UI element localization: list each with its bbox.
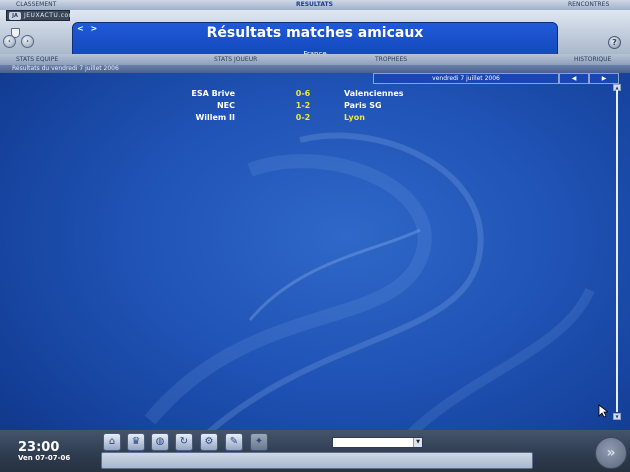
next-date-button[interactable]: ▶ [589, 73, 619, 84]
home-team: NEC [216, 101, 235, 110]
star-icon[interactable]: ✦ [250, 433, 268, 451]
globe-icon[interactable]: ◍ [151, 433, 169, 451]
date-field[interactable]: vendredi 7 juillet 2006 [373, 73, 559, 84]
match-row[interactable]: NEC 1-2 Paris SG [0, 100, 610, 112]
scroll-down-icon[interactable]: ▼ [613, 413, 621, 420]
menu-resultats[interactable]: RESULTATS [296, 0, 333, 10]
tab-trophees[interactable]: TROPHEES [375, 54, 407, 65]
tab-stats-joueur[interactable]: STATS JOUEUR [214, 54, 257, 65]
mouse-cursor-icon [598, 404, 608, 418]
watermark-logo: JA JEUXACTU.com [6, 10, 75, 21]
trophy-icon[interactable]: ♛ [127, 433, 145, 451]
settings-icon[interactable]: ⚙ [200, 433, 218, 451]
logo-text: JEUXACTU.com [24, 12, 76, 19]
match-row[interactable]: Willem II 0-2 Lyon [0, 112, 610, 124]
away-team: Paris SG [344, 101, 382, 110]
forward-icon[interactable]: › [21, 35, 34, 48]
view-dropdown[interactable]: ▼ [332, 437, 423, 448]
continue-button[interactable]: » [595, 437, 627, 469]
match-row[interactable]: ESA Brive 0-6 Valenciennes [0, 88, 610, 100]
match-score: 0-2 [295, 113, 311, 122]
match-score: 1-2 [295, 101, 311, 110]
menu-rencontres[interactable]: RENCONTRES [568, 0, 609, 10]
help-icon[interactable]: ? [608, 36, 621, 49]
date-selector: vendredi 7 juillet 2006 ◀ ▶ [373, 73, 623, 84]
game-clock: 23:00 [18, 440, 60, 455]
home-team: Willem II [195, 113, 235, 122]
home-icon[interactable]: ⌂ [103, 433, 121, 451]
date-bar: Résultats du vendredi 7 juillet 2006 [0, 65, 630, 73]
menu-classement[interactable]: CLASSEMENT [16, 0, 56, 10]
notepad-icon[interactable]: ✎ [225, 433, 243, 451]
results-date-label: Résultats du vendredi 7 juillet 2006 [12, 65, 119, 72]
prev-date-button[interactable]: ◀ [559, 73, 589, 84]
page-title: Résultats matches amicaux [206, 25, 424, 41]
match-score: 0-6 [295, 89, 311, 98]
tabs-row: STATS EQUIPE STATS JOUEUR TROPHEES HISTO… [0, 54, 630, 65]
scroll-track[interactable] [616, 90, 618, 412]
scrollbar[interactable]: ▲ ▼ [613, 84, 621, 421]
tab-stats-equipe[interactable]: STATS EQUIPE [16, 54, 58, 65]
refresh-icon[interactable]: ↻ [175, 433, 193, 451]
chevron-down-icon[interactable]: ▼ [413, 438, 422, 447]
back-icon[interactable]: ‹ [3, 35, 16, 48]
home-team: ESA Brive [191, 89, 235, 98]
tab-historique[interactable]: HISTORIQUE [574, 54, 611, 65]
message-bar [101, 452, 533, 469]
nav-arrows[interactable]: < > [77, 24, 99, 33]
game-date: Ven 07-07-06 [18, 454, 71, 462]
header: JA JEUXACTU.com ‹ › i Résultats matches … [0, 10, 630, 60]
top-menu: CLASSEMENT RESULTATS RENCONTRES [0, 0, 630, 10]
away-team: Lyon [344, 113, 365, 122]
away-team: Valenciennes [344, 89, 404, 98]
logo-badge: JA [9, 12, 21, 20]
